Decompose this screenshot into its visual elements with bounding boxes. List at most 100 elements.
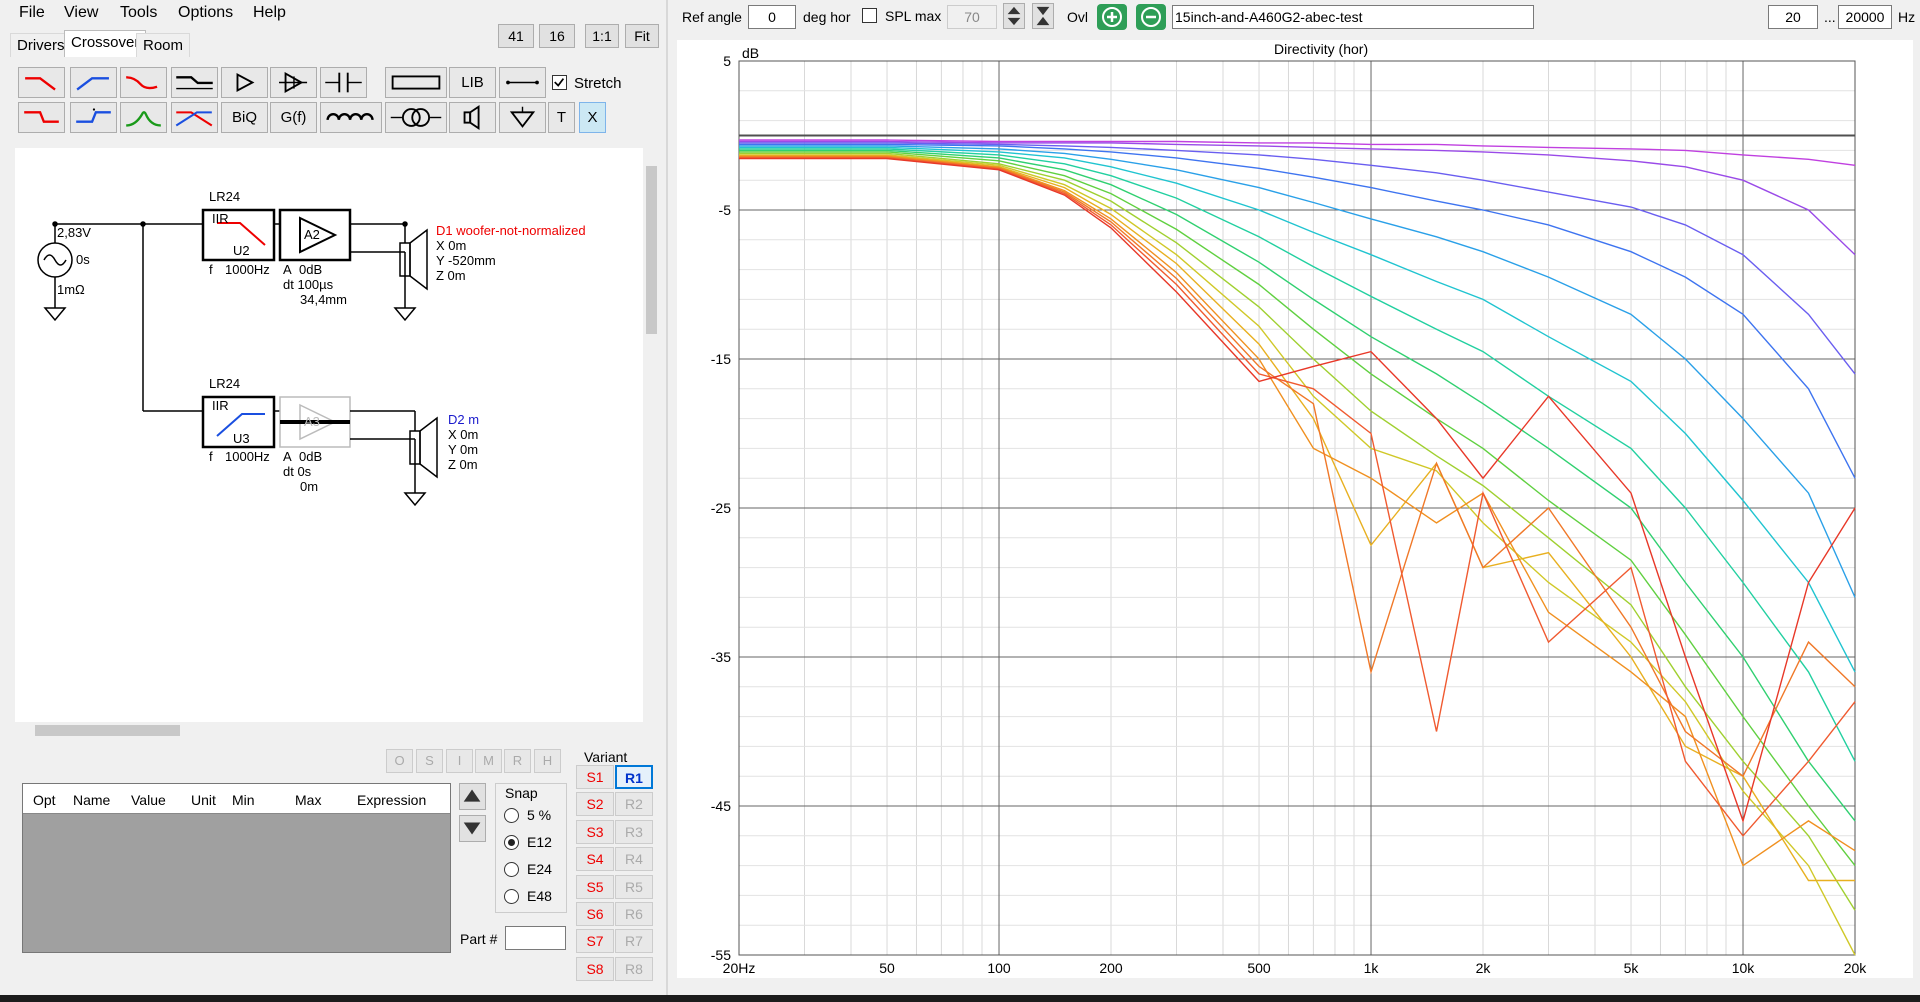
- freq-min-input[interactable]: [1768, 5, 1818, 29]
- variant-r2-button[interactable]: R2: [615, 792, 653, 816]
- overlay-name-input[interactable]: [1172, 5, 1534, 29]
- move-down-button[interactable]: [459, 815, 486, 842]
- tab-crossover[interactable]: Crossover: [64, 30, 147, 57]
- variant-r3-button[interactable]: R3: [615, 820, 653, 844]
- ground-tool-icon[interactable]: [499, 102, 546, 133]
- snap-e24-radio[interactable]: [504, 862, 519, 877]
- opt-h-button[interactable]: H: [534, 749, 561, 773]
- lowpass-tool-icon[interactable]: [18, 67, 65, 98]
- shelf-tool-icon[interactable]: [171, 67, 218, 98]
- source-resistance: 1mΩ: [57, 282, 85, 297]
- lowpass-1st-tool-icon[interactable]: [18, 102, 65, 133]
- source-delay: 0s: [76, 252, 90, 267]
- directivity-chart[interactable]: 20Hz 50 100 200 500 1k 2k 5k 10k 20k5-5-15-25-35-…: [677, 40, 1913, 978]
- remove-overlay-icon[interactable]: [1136, 4, 1166, 30]
- part-number-input[interactable]: [505, 926, 566, 950]
- opt-r-button[interactable]: R: [504, 749, 531, 773]
- add-overlay-icon[interactable]: [1097, 4, 1127, 30]
- amp2-name: A3: [304, 414, 320, 429]
- biquad-button[interactable]: BiQ: [221, 102, 268, 133]
- col-unit[interactable]: Unit: [191, 792, 216, 808]
- variant-r7-button[interactable]: R7: [615, 929, 653, 953]
- snap-5pct-radio[interactable]: [504, 808, 519, 823]
- menu-tools[interactable]: Tools: [120, 4, 157, 22]
- y-tick-label: -55: [711, 947, 731, 963]
- stretch-checkbox[interactable]: [552, 75, 567, 90]
- opt-s-button[interactable]: S: [416, 749, 443, 773]
- spl-spinner[interactable]: [1003, 3, 1025, 29]
- snap-e48-radio[interactable]: [504, 889, 519, 904]
- variant-r1-button[interactable]: R1: [615, 765, 653, 789]
- schematic-vertical-scrollbar[interactable]: [643, 148, 660, 724]
- horizontal-scroll-thumb[interactable]: [35, 725, 180, 736]
- snap-e12-radio[interactable]: [504, 835, 519, 850]
- col-max[interactable]: Max: [295, 792, 321, 808]
- col-expression[interactable]: Expression: [357, 792, 426, 808]
- driver2-label[interactable]: D2 m: [448, 412, 479, 427]
- zoom-16-button[interactable]: 16: [539, 24, 575, 48]
- zoom-fit-button[interactable]: Fit: [625, 24, 659, 48]
- zoom-1to1-button[interactable]: 1:1: [585, 24, 619, 48]
- menu-file[interactable]: File: [19, 4, 45, 22]
- driver1-z: Z 0m: [436, 268, 466, 283]
- highpass-tool-icon[interactable]: [70, 67, 117, 98]
- vertical-scroll-thumb[interactable]: [646, 166, 657, 334]
- tab-drivers[interactable]: Drivers: [10, 33, 72, 57]
- variant-s3-button[interactable]: S3: [576, 820, 614, 844]
- capacitor-tool-icon[interactable]: [320, 67, 367, 98]
- move-up-button[interactable]: [459, 783, 486, 810]
- schematic-canvas[interactable]: 2,83V 0s 1mΩ LR24 IIR U2 f 1000Hz A2 A 0…: [15, 148, 660, 724]
- lib-button[interactable]: LIB: [449, 67, 496, 98]
- variant-s1-button[interactable]: S1: [576, 765, 614, 789]
- text-tool-button[interactable]: T: [548, 102, 575, 133]
- variant-r5-button[interactable]: R5: [615, 875, 653, 899]
- tab-room[interactable]: Room: [136, 33, 191, 57]
- driver1-label[interactable]: D1 woofer-not-normalized: [436, 223, 586, 238]
- col-opt[interactable]: Opt: [33, 792, 56, 808]
- freq-max-input[interactable]: [1838, 5, 1892, 29]
- crossover-tool-icon[interactable]: [171, 102, 218, 133]
- resistor-tool-icon[interactable]: [385, 67, 447, 98]
- transfer-function-button[interactable]: G(f): [270, 102, 317, 133]
- block2-f: f: [209, 449, 213, 464]
- variant-s4-button[interactable]: S4: [576, 847, 614, 871]
- variant-r8-button[interactable]: R8: [615, 957, 653, 981]
- opt-m-button[interactable]: M: [475, 749, 502, 773]
- variant-r6-button[interactable]: R6: [615, 902, 653, 926]
- opt-o-button[interactable]: O: [386, 749, 413, 773]
- zoom-41-button[interactable]: 41: [498, 24, 534, 48]
- bandpass-tool-icon[interactable]: [120, 102, 167, 133]
- amplifier-tool-icon[interactable]: [221, 67, 268, 98]
- variant-s5-button[interactable]: S5: [576, 875, 614, 899]
- wire-tool-icon[interactable]: [499, 67, 546, 98]
- variant-s8-button[interactable]: S8: [576, 957, 614, 981]
- col-min[interactable]: Min: [232, 792, 255, 808]
- variant-r4-button[interactable]: R4: [615, 847, 653, 871]
- variant-s6-button[interactable]: S6: [576, 902, 614, 926]
- menu-options[interactable]: Options: [178, 4, 233, 22]
- spl-max-checkbox[interactable]: [862, 8, 877, 23]
- expand-range-icon[interactable]: [1032, 3, 1054, 29]
- variant-s2-button[interactable]: S2: [576, 792, 614, 816]
- delete-tool-button[interactable]: X: [579, 102, 606, 133]
- menu-help[interactable]: Help: [253, 4, 286, 22]
- buffer-tool-icon[interactable]: [270, 67, 317, 98]
- speaker-tool-icon[interactable]: [449, 102, 496, 133]
- pane-splitter[interactable]: [666, 0, 668, 1002]
- col-name[interactable]: Name: [73, 792, 110, 808]
- spl-max-input[interactable]: [947, 5, 997, 29]
- variant-s7-button[interactable]: S7: [576, 929, 614, 953]
- opt-i-button[interactable]: I: [446, 749, 473, 773]
- notch-tool-icon[interactable]: [120, 67, 167, 98]
- schematic-horizontal-scrollbar[interactable]: [15, 722, 643, 739]
- block1-iir: IIR: [212, 211, 229, 226]
- menu-view[interactable]: View: [64, 4, 98, 22]
- ref-angle-input[interactable]: [748, 5, 796, 29]
- chart-area[interactable]: 20Hz 50 100 200 500 1k 2k 5k 10k 20k 5 -5 -15 -25 -35-…: [677, 40, 1913, 978]
- optimizer-table[interactable]: [22, 783, 451, 953]
- transformer-tool-icon[interactable]: [385, 102, 447, 133]
- x-tick-label: 50: [879, 960, 895, 976]
- col-value[interactable]: Value: [131, 792, 166, 808]
- allpass-tool-icon[interactable]: [70, 102, 117, 133]
- inductor-tool-icon[interactable]: [320, 102, 382, 133]
